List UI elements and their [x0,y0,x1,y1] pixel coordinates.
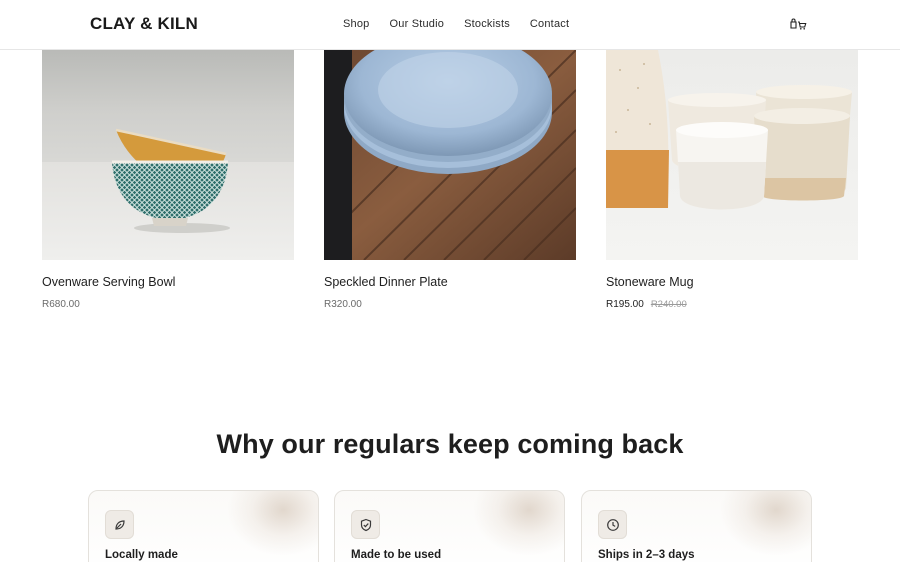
feature-card: Made to be used [334,490,565,562]
product-original-price: R240.00 [650,299,687,310]
nav-link-stockists[interactable]: Stockists [464,18,510,30]
product-image-bowl[interactable] [42,50,294,260]
product-card[interactable]: Ovenware Serving Bowl R680.00 [42,50,294,310]
product-price-row: R680.00 [42,299,80,310]
feature-icon-badge [598,510,627,539]
feature-icon-badge [351,510,380,539]
section-title: Why our regulars keep coming back [216,429,684,459]
product-sale-price: R195.00 [606,299,644,310]
feature-card: Ships in 2–3 days [581,490,812,562]
product-price: R680.00 [42,299,80,310]
product-image-mug[interactable] [606,50,858,260]
cart-button[interactable] [789,17,807,31]
product-card[interactable]: Speckled Dinner Plate R320.00 [324,50,576,310]
product-title[interactable]: Ovenware Serving Bowl [42,275,175,289]
site-logo[interactable]: CLAY & KILN [90,14,198,34]
product-card[interactable]: Stoneware Mug R195.00 R240.00 [606,50,858,310]
clock-icon [606,518,619,531]
product-price: R320.00 [324,299,362,310]
feature-icon-badge [105,510,134,539]
nav-link-our-studio[interactable]: Our Studio [390,18,445,30]
cart-icon [790,18,807,30]
product-price-row: R320.00 [324,299,362,310]
leaf-icon [114,519,125,530]
main-nav: Shop Our Studio Stockists Contact [343,18,589,30]
nav-link-shop[interactable]: Shop [343,18,370,30]
feature-title: Made to be used [351,549,442,561]
product-title[interactable]: Stoneware Mug [606,275,694,289]
product-image-plate[interactable] [324,50,576,260]
feature-title: Ships in 2–3 days [598,549,695,561]
feature-card: Locally made [88,490,319,562]
site-header: CLAY & KILN Shop Our Studio Stockists Co… [0,0,900,50]
feature-title: Locally made [105,549,178,561]
shield-check-icon [360,518,371,531]
nav-link-contact[interactable]: Contact [530,18,569,30]
product-price-row: R195.00 R240.00 [606,299,687,310]
product-title[interactable]: Speckled Dinner Plate [324,275,448,289]
